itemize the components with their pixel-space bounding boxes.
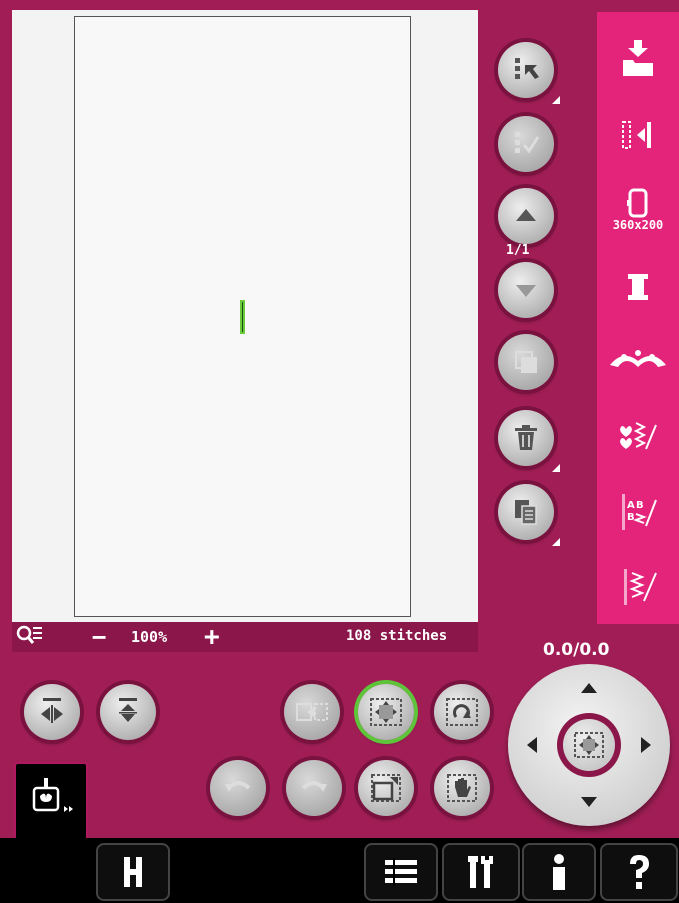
hoop-size-label: 360x200 bbox=[612, 218, 664, 232]
stitch-menu-button[interactable] bbox=[597, 412, 679, 462]
scroll-up-button[interactable] bbox=[498, 188, 554, 244]
mirror-vertical-icon bbox=[119, 698, 137, 722]
hand-icon bbox=[447, 774, 477, 802]
embroidery-mode-button[interactable] bbox=[30, 778, 74, 818]
lace-icon bbox=[610, 350, 666, 367]
lace-button[interactable] bbox=[597, 337, 679, 387]
multi-select-button[interactable] bbox=[498, 116, 554, 172]
mirror-button[interactable] bbox=[597, 110, 679, 160]
zoom-level: 100% bbox=[131, 628, 168, 646]
scale-icon bbox=[371, 774, 401, 802]
stitch-edit-button[interactable] bbox=[597, 562, 679, 612]
svg-text:B: B bbox=[636, 500, 644, 511]
redo-icon bbox=[301, 781, 327, 792]
copy-icon bbox=[515, 500, 537, 525]
select-design-button[interactable] bbox=[498, 42, 560, 104]
redo-button[interactable] bbox=[286, 760, 342, 816]
copy-button[interactable] bbox=[498, 484, 560, 546]
mirror-icon bbox=[622, 121, 651, 149]
duplicate-icon bbox=[515, 351, 537, 373]
duplicate-button[interactable] bbox=[498, 334, 554, 390]
wheel-left-icon[interactable] bbox=[526, 736, 538, 754]
wheel-right-icon[interactable] bbox=[640, 736, 652, 754]
select-check-icon bbox=[515, 132, 540, 154]
settings-button[interactable] bbox=[442, 843, 520, 901]
move-button[interactable] bbox=[358, 684, 414, 740]
zoom-options-icon[interactable] bbox=[16, 625, 42, 653]
thread-spool-icon bbox=[628, 274, 648, 300]
position-readout: 0.0/0.0 bbox=[543, 640, 610, 660]
load-icon bbox=[623, 40, 653, 76]
thread-colors-button[interactable] bbox=[597, 262, 679, 312]
group-icon bbox=[296, 703, 328, 721]
stitch-count: 108 stitches bbox=[346, 628, 448, 644]
svg-text:B: B bbox=[627, 512, 635, 523]
info-button[interactable] bbox=[522, 843, 596, 901]
rotate-icon bbox=[446, 698, 478, 726]
text-stitch-button[interactable]: ABB bbox=[597, 487, 679, 537]
scroll-down-button[interactable] bbox=[498, 262, 554, 318]
scroll-down-icon bbox=[516, 285, 536, 297]
delete-icon bbox=[515, 425, 537, 450]
embroidery-canvas[interactable] bbox=[12, 10, 478, 622]
wheel-center[interactable] bbox=[557, 713, 621, 777]
pan-button[interactable] bbox=[434, 760, 490, 816]
wheel-center-button[interactable] bbox=[563, 719, 615, 771]
menu-button[interactable] bbox=[364, 843, 438, 901]
hoop-icon bbox=[627, 188, 648, 218]
wheel-up-icon[interactable] bbox=[580, 682, 598, 694]
question-icon bbox=[630, 855, 649, 889]
select-icon bbox=[515, 58, 539, 79]
wheel-down-icon[interactable] bbox=[580, 796, 598, 808]
embroidery-mode-icon bbox=[32, 778, 73, 812]
sewing-mode-button[interactable] bbox=[96, 843, 170, 901]
move-icon bbox=[370, 698, 402, 726]
zoom-bar: − 100% + 108 stitches bbox=[12, 622, 478, 652]
list-icon bbox=[385, 858, 417, 886]
stitch-edit-icon bbox=[624, 569, 657, 605]
move-center-icon bbox=[574, 732, 604, 758]
undo-icon bbox=[225, 781, 251, 792]
mirror-vertical-button[interactable] bbox=[100, 684, 156, 740]
rotate-button[interactable] bbox=[434, 684, 490, 740]
delete-button[interactable] bbox=[498, 410, 560, 472]
mirror-horizontal-icon bbox=[41, 698, 63, 723]
page-indicator: 1/1 bbox=[506, 243, 530, 258]
load-design-button[interactable] bbox=[597, 34, 679, 84]
scroll-up-icon bbox=[516, 209, 536, 221]
info-icon bbox=[553, 854, 565, 890]
right-toolbar: 360x200 ABB bbox=[597, 12, 679, 624]
text-stitch-icon: A BB bbox=[622, 494, 657, 530]
tools-icon bbox=[468, 856, 493, 888]
position-wheel[interactable] bbox=[508, 664, 670, 826]
mirror-horizontal-button[interactable] bbox=[24, 684, 80, 740]
presser-foot-icon bbox=[124, 857, 142, 887]
scale-button[interactable] bbox=[358, 760, 414, 816]
svg-text:A: A bbox=[627, 500, 635, 511]
design-stitch[interactable] bbox=[240, 300, 245, 334]
group-button[interactable] bbox=[284, 684, 340, 740]
hoop-area[interactable] bbox=[74, 16, 411, 617]
help-button[interactable] bbox=[600, 843, 678, 901]
zoom-out-button[interactable]: − bbox=[92, 623, 106, 651]
zoom-in-button[interactable]: + bbox=[204, 622, 220, 652]
hoop-select-button[interactable]: 360x200 bbox=[597, 180, 679, 240]
undo-button[interactable] bbox=[210, 760, 266, 816]
stitch-heart-icon bbox=[620, 422, 657, 450]
